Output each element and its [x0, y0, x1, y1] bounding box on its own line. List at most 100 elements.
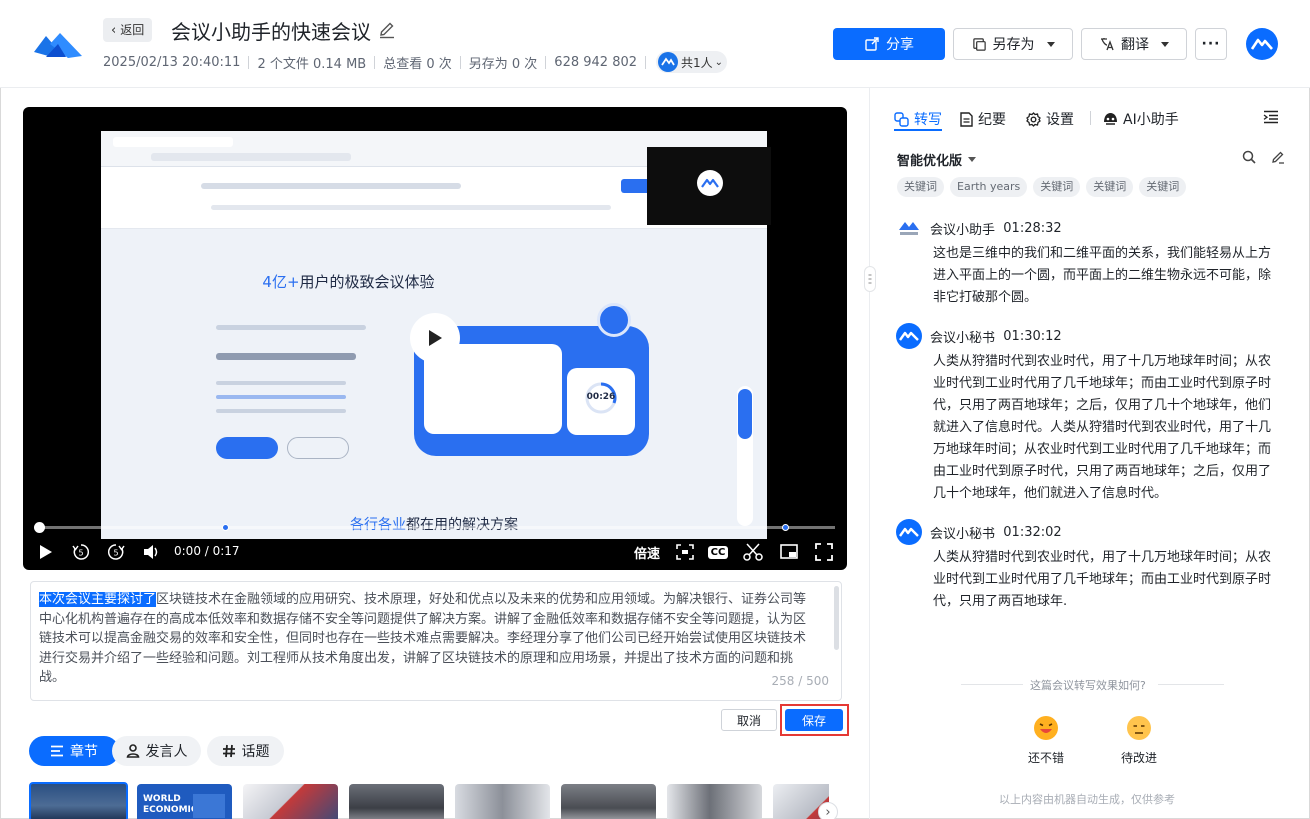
- transcript-mode-dropdown[interactable]: 智能优化版: [897, 150, 977, 169]
- tab-topics[interactable]: 话题: [207, 736, 284, 766]
- save-button[interactable]: 保存: [785, 709, 843, 731]
- tab-speakers-label: 发言人: [145, 744, 188, 760]
- player-controls: 5 5 0:00 / 0:17 倍速 CC: [23, 537, 847, 567]
- more-button[interactable]: ···: [1195, 28, 1227, 60]
- meeting-id: 628 942 802: [554, 54, 638, 70]
- page-title: 会议小助手的快速会议: [171, 20, 371, 44]
- volume-icon: [144, 545, 158, 559]
- keyword-chip[interactable]: 关键词: [1139, 177, 1187, 197]
- keyword-chip[interactable]: Earth years: [950, 177, 1028, 197]
- play-icon: [429, 330, 442, 346]
- caret-down-icon: [1046, 41, 1055, 47]
- thumb-text: WORLD ECONOMIC: [143, 794, 198, 815]
- feedback-good-button[interactable]: 还不错: [1016, 715, 1076, 766]
- user-avatar[interactable]: [1246, 28, 1278, 60]
- speaker-name[interactable]: 会议小助手: [930, 219, 995, 238]
- chapter-thumbnail[interactable]: [243, 784, 338, 819]
- chevron-down-icon: ⌄: [714, 56, 724, 68]
- chapter-thumbnail[interactable]: [561, 784, 656, 819]
- play-overlay-button[interactable]: [410, 313, 460, 363]
- tab-settings[interactable]: 设置: [1026, 108, 1074, 130]
- entry-time[interactable]: 01:30:12: [1003, 329, 1061, 344]
- speaker-name[interactable]: 会议小秘书: [930, 327, 995, 346]
- volume-button[interactable]: [141, 541, 161, 563]
- chapter-marker[interactable]: [782, 524, 789, 531]
- entry-time[interactable]: 01:28:32: [1003, 221, 1061, 236]
- svg-text:5: 5: [113, 549, 118, 558]
- chapter-marker[interactable]: [222, 524, 229, 531]
- chapter-thumbnails: WORLD ECONOMIC: [29, 782, 829, 819]
- keyword-chip[interactable]: 关键词: [1086, 177, 1134, 197]
- member-avatar: [658, 52, 679, 72]
- fullscreen-icon: [815, 543, 833, 561]
- captions-button[interactable]: CC: [707, 541, 729, 563]
- tab-ai-assistant[interactable]: AI小助手: [1103, 108, 1179, 130]
- translate-button[interactable]: 翻译: [1081, 28, 1187, 60]
- transcript-entry: 会议小秘书 01:32:02 人类从狩猎时代到农业时代，用了十几万地球年时间；从…: [896, 519, 1286, 613]
- shared-count: 共1人: [681, 55, 713, 70]
- video-player[interactable]: 4亿+用户的极致会议体验 00:26 各行各业都在用的解决方案 5 5 0:00…: [23, 107, 847, 570]
- entry-time[interactable]: 01:32:02: [1003, 525, 1061, 540]
- chapter-thumbnail[interactable]: [455, 784, 550, 819]
- save-as-label: 另存为: [992, 37, 1035, 53]
- tab-topics-label: 话题: [241, 744, 270, 760]
- chapter-thumbnail[interactable]: [29, 782, 128, 819]
- chapter-thumbnail[interactable]: [667, 784, 762, 819]
- feedback-question: 这篇会议转写效果如何?: [1030, 679, 1146, 692]
- summary-scrollbar[interactable]: [834, 586, 839, 650]
- panel-collapse-handle[interactable]: [864, 266, 876, 292]
- fullscreen-button[interactable]: [814, 541, 834, 563]
- progress-bar[interactable]: [34, 522, 835, 533]
- tab-minutes[interactable]: 纪要: [960, 108, 1006, 130]
- document-icon: [960, 111, 973, 127]
- summary-editor[interactable]: 本次会议主要探讨了区块链技术在金融领域的应用研究、技术原理，好处和优点以及未来的…: [30, 581, 842, 701]
- forward-5s-button[interactable]: 5: [106, 541, 126, 563]
- meeting-date: 2025/02/13 20:40:11: [103, 54, 241, 70]
- speaker-avatar: [896, 323, 922, 349]
- mini-player-button[interactable]: [779, 541, 799, 563]
- search-icon[interactable]: [1242, 150, 1256, 164]
- tab-transcript[interactable]: 转写: [894, 108, 942, 130]
- tab-chapters-label: 章节: [70, 744, 98, 760]
- keyword-chip[interactable]: 关键词: [897, 177, 944, 197]
- clip-button[interactable]: [742, 541, 764, 563]
- picture-button[interactable]: [675, 541, 695, 563]
- forward-icon: 5: [107, 544, 125, 560]
- share-button[interactable]: 分享: [833, 28, 945, 60]
- tab-speakers[interactable]: 发言人: [112, 736, 201, 766]
- play-button[interactable]: [37, 541, 55, 563]
- shared-members-chip[interactable]: 共1人 ⌄: [656, 51, 728, 73]
- list-icon: [51, 745, 63, 757]
- outline-toggle-icon[interactable]: [1263, 110, 1279, 124]
- tab-chapters[interactable]: 章节: [29, 736, 119, 766]
- progress-knob[interactable]: [34, 522, 45, 533]
- feedback-bad-button[interactable]: 待改进: [1109, 715, 1169, 766]
- speaker-name[interactable]: 会议小秘书: [930, 523, 995, 542]
- cancel-button[interactable]: 取消: [721, 709, 777, 731]
- app-logo-icon: [34, 33, 82, 58]
- chapter-thumbnail[interactable]: [349, 784, 444, 819]
- entry-header: 会议小助手 01:28:32: [896, 217, 1286, 239]
- tab-minutes-label: 纪要: [978, 112, 1006, 128]
- edit-icon[interactable]: [1271, 150, 1285, 164]
- speed-button[interactable]: 倍速: [632, 541, 662, 563]
- tencent-meeting-logo-icon: [896, 215, 922, 241]
- chapter-thumbnail[interactable]: WORLD ECONOMIC: [137, 784, 232, 819]
- tab-transcript-label: 转写: [914, 112, 942, 128]
- video-footer-text: 各行各业都在用的解决方案: [101, 514, 767, 534]
- meeting-meta: 2025/02/13 20:40:11 2 个文件 0.14 MB 总查看 0 …: [103, 51, 728, 73]
- entry-text: 人类从狩猎时代到农业时代，用了十几万地球年时间；从农业时代到工业时代用了几千地球…: [933, 550, 1272, 609]
- save-as-button[interactable]: 另存为: [953, 28, 1073, 60]
- entry-header: 会议小秘书 01:32:02: [896, 519, 1286, 545]
- drag-handle-icon: [868, 274, 872, 284]
- panel-divider: [869, 88, 870, 819]
- thumbnails-next-button[interactable]: ›: [818, 802, 838, 819]
- gear-icon: [1026, 111, 1041, 127]
- entry-header: 会议小秘书 01:30:12: [896, 323, 1286, 349]
- back-button[interactable]: ‹ 返回: [103, 18, 153, 42]
- keyword-chip[interactable]: 关键词: [1033, 177, 1081, 197]
- more-icon: ···: [1201, 36, 1221, 52]
- pencil-icon[interactable]: [377, 20, 397, 40]
- chevron-left-icon: ‹: [111, 23, 117, 38]
- rewind-5s-button[interactable]: 5: [71, 541, 91, 563]
